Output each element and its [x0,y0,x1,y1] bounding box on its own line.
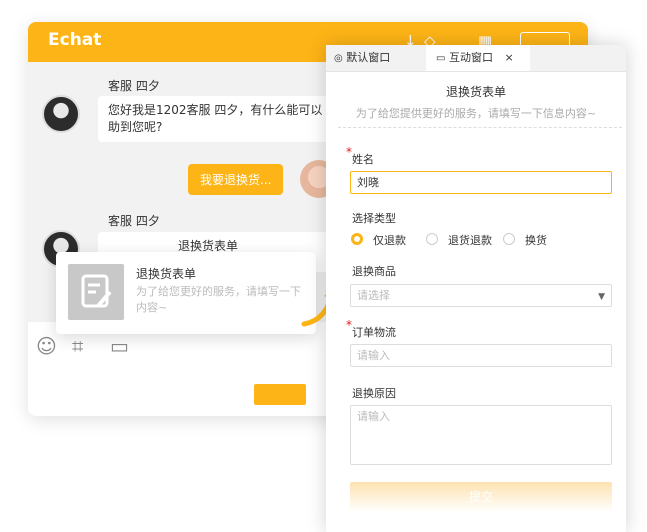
tab-label: 互动窗口 [448,51,493,64]
crop-icon[interactable]: ⌗ [72,334,83,358]
user-message: 我要退换货... [188,164,284,195]
logistics-label: 订单物流 [352,326,396,339]
agent-name: 客服 四夕 [108,79,160,93]
message-line: 您好我是1202客服 四夕，有什么能可以 [108,103,323,117]
radio-label: 仅退款 [373,234,406,247]
form-panel: ◎ 默认窗口 ▭ 互动窗口 × 退换货表单 为了给您提供更好的服务，请填写一下信… [326,45,626,532]
emoji-icon[interactable]: ☺ [36,334,57,358]
send-button[interactable] [254,384,306,405]
form-card[interactable]: 退换货表单 为了给您更好的服务，请填写一下内容~ [56,252,316,334]
radio-label: 退货退款 [448,234,492,247]
tab-default[interactable]: ◎ 默认窗口 [326,45,424,71]
window-icon: ▭ [436,53,446,64]
product-select[interactable]: 请选择 ▼ [350,284,612,307]
name-field[interactable]: 刘晓 [350,171,612,194]
image-icon[interactable]: ▭ [110,334,129,358]
radio-refund-only[interactable] [351,233,363,245]
form-title: 退换货表单 [445,85,506,99]
caret-down-icon: ▼ [598,292,605,302]
echat-logo: Echat [48,30,102,50]
agent-name: 客服 四夕 [108,214,160,228]
tab-bar: ◎ 默认窗口 ▭ 互动窗口 × [326,45,626,72]
submit-button[interactable]: 提交 [350,482,612,512]
tab-interactive[interactable]: ▭ 互动窗口 × [426,45,530,71]
globe-icon: ◎ [334,53,343,64]
message-text: 退换货表单 [178,239,239,253]
select-placeholder: 请选择 [357,289,390,302]
type-label: 选择类型 [352,212,396,225]
close-icon[interactable]: × [504,51,513,64]
reason-label: 退换原因 [352,387,396,400]
radio-label: 换货 [525,234,547,247]
card-subtitle: 为了给您更好的服务，请填写一下内容~ [136,285,301,314]
logistics-field[interactable]: 请输入 [350,344,612,367]
card-title: 退换货表单 [136,267,197,281]
divider [338,127,622,128]
tab-label: 默认窗口 [346,51,391,64]
agent-message: 您好我是1202客服 四夕，有什么能可以 助到您呢? [98,96,334,142]
message-line: 助到您呢? [108,120,163,134]
radio-return-refund[interactable] [426,233,438,245]
agent-avatar [42,95,80,133]
product-label: 退换商品 [352,265,396,278]
reason-textarea[interactable]: 请输入 [350,405,612,465]
form-subtitle: 为了给您提供更好的服务，请填写一下信息内容~ [355,107,597,120]
radio-exchange[interactable] [503,233,515,245]
name-label: 姓名 [352,153,374,166]
form-icon [68,264,124,320]
